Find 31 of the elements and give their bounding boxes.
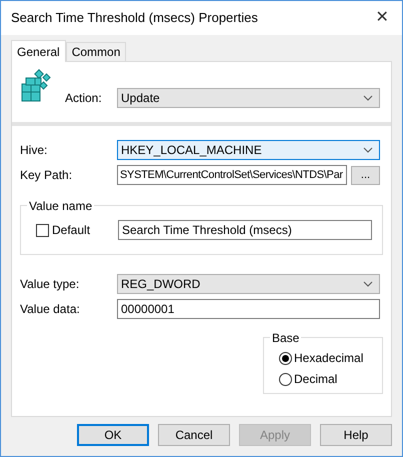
dialog-button[interactable]: Help [320,424,392,446]
tab[interactable]: Common [66,42,126,61]
radio-button[interactable] [279,372,292,386]
field-label: Value data: [20,301,81,318]
chevron-down-icon [363,147,373,153]
field-label: Key Path: [20,167,74,184]
dropdown[interactable]: REG_DWORD [117,274,380,294]
field-label: Value type: [20,276,80,293]
radio-label: Hexadecimal [294,350,364,367]
dropdown[interactable]: HKEY_LOCAL_MACHINE [117,140,380,160]
dropdown-value: HKEY_LOCAL_MACHINE [121,142,262,159]
chevron-down-icon [363,281,373,287]
dropdown-value: REG_DWORD [121,276,200,293]
field-label: Action: [65,90,103,107]
dialog-button[interactable]: OK [77,424,149,446]
field-label: Hive: [20,142,48,159]
radio-button[interactable] [279,352,292,364]
tab[interactable]: General [11,40,66,62]
checkbox[interactable] [36,224,49,236]
browse-button[interactable]: ... [351,166,380,184]
dropdown-value: Update [121,90,160,107]
checkbox-label: Default [52,222,90,239]
radio-label: Decimal [294,371,338,388]
close-button[interactable]: ✕ [362,3,402,33]
text-field[interactable]: SYSTEM\CurrentControlSet\Services\NTDS\Par [117,165,347,185]
dropdown[interactable]: Update [117,88,380,108]
chevron-down-icon [363,95,373,101]
dialog-button[interactable]: Cancel [158,424,230,446]
window-title: Search Time Threshold (msecs) Properties [11,9,258,28]
text-field[interactable]: 00000001 [117,299,380,319]
text-field[interactable]: Search Time Threshold (msecs) [118,220,372,240]
